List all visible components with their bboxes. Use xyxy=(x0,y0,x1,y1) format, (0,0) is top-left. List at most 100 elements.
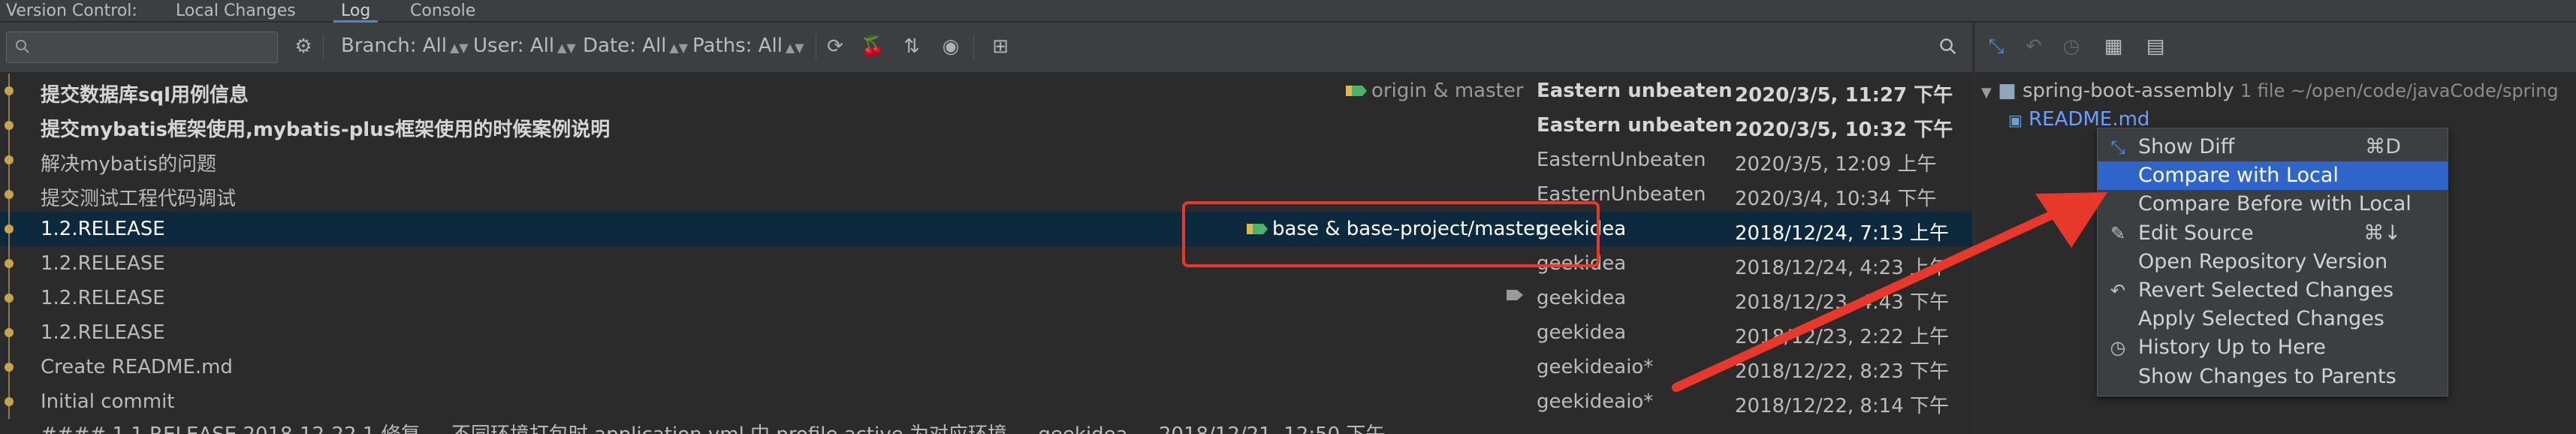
branch-filter-arrow-icon: ▲▼ xyxy=(449,41,469,55)
history-icon: ◷ xyxy=(2110,337,2126,359)
log-toolbar: ⚙ Branch: All ▲▼ User: All ▲▼ Date: All ▲▼ … xyxy=(0,23,1972,73)
graph-node xyxy=(5,397,14,406)
context-menu: ⤡ Show Diff ⌘D Compare with Local Compare Be… xyxy=(2097,128,2448,396)
commit-author: Eastern unbeaten xyxy=(1537,114,1733,137)
module-info: 1 file ~/open/code/javaCode/spring xyxy=(2240,80,2559,101)
menu-item-label: Compare with Local xyxy=(2138,164,2339,188)
toolbar-separator xyxy=(323,35,324,60)
commit-message: 1.2.RELEASE xyxy=(41,252,165,275)
graph-node xyxy=(5,86,14,95)
commit-row[interactable]: 1.2.RELEASE geekidea 2018/12/23, 2:22 上午 xyxy=(0,315,1972,350)
paths-filter[interactable]: Paths: All ▲▼ xyxy=(692,35,804,57)
diff-icon: ⤡ xyxy=(2110,137,2125,158)
date-filter-label: Date: All xyxy=(583,35,667,57)
commit-date: 2018/12/22, 8:23 下午 xyxy=(1735,360,1950,383)
module-name: spring-boot-assembly xyxy=(2022,80,2234,102)
branch-ref-text: origin & master xyxy=(1371,80,1524,102)
graph-node xyxy=(5,155,14,164)
revert-icon: ↶ xyxy=(2110,280,2126,301)
folder-icon: ■ xyxy=(1998,80,2016,102)
commit-message: 1.2.RELEASE xyxy=(41,218,165,240)
menu-item-label: History Up to Here xyxy=(2138,336,2326,360)
settings-gear-icon[interactable]: ⚙ xyxy=(290,33,317,60)
menu-item-label: Apply Selected Changes xyxy=(2138,307,2384,331)
sort-arrows-icon[interactable]: ⇅ xyxy=(898,33,925,60)
commit-row[interactable]: 解决mybatis的问题 EasternUnbeaten 2020/3/5, 12:… xyxy=(0,143,1972,177)
search-input[interactable] xyxy=(6,32,278,63)
search-log-icon[interactable] xyxy=(1935,33,1962,60)
branch-filter[interactable]: Branch: All ▲▼ xyxy=(341,35,469,57)
group-by-icon[interactable]: ▦ xyxy=(2100,33,2127,60)
menu-item-compare-with-local[interactable]: Compare with Local xyxy=(2098,161,2448,191)
eye-icon[interactable]: ◉ xyxy=(937,33,964,60)
graph-node xyxy=(5,190,14,199)
partial-commit-row[interactable]: #### 1.1.RELEASE 2018-12-22 1 修复 ... 不同环… xyxy=(41,419,1385,434)
pencil-icon: ✎ xyxy=(2110,222,2126,244)
graph-node xyxy=(5,259,14,268)
menu-item-history-up-to-here[interactable]: ◷ History Up to Here xyxy=(2098,333,2448,362)
commit-message: 解决mybatis的问题 xyxy=(41,153,217,176)
commit-message: 1.2.RELEASE xyxy=(41,287,165,309)
search-icon xyxy=(16,40,29,53)
magnifier-icon xyxy=(1940,38,1956,55)
menu-item-compare-before-with-local[interactable]: Compare Before with Local xyxy=(2098,190,2448,219)
revert-icon[interactable]: ↶ xyxy=(2020,33,2047,60)
menu-item-apply-selected-changes[interactable]: Apply Selected Changes xyxy=(2098,305,2448,333)
commit-message: Create README.md xyxy=(41,356,233,378)
menu-item-shortcut: ⌘D xyxy=(2365,135,2401,158)
new-tab-icon[interactable]: ⊞ xyxy=(987,33,1014,60)
menu-item-edit-source[interactable]: ✎ Edit Source ⌘↓ xyxy=(2098,219,2448,248)
commit-log-table: 提交数据库sql用例信息 origin & master Eastern unbea… xyxy=(0,74,1972,434)
module-node[interactable]: ▼ ■ spring-boot-assembly 1 file ~/open/c… xyxy=(1981,80,2559,102)
menu-item-label: Compare Before with Local xyxy=(2138,192,2412,216)
menu-item-show-changes-to-parents[interactable]: Show Changes to Parents xyxy=(2098,363,2448,391)
commit-row[interactable]: Create README.md geekideaio* 2018/12/22, 8… xyxy=(0,350,1972,384)
commit-date: 2018/12/24, 7:13 上午 xyxy=(1735,222,1950,245)
cherry-pick-icon[interactable]: 🍒 xyxy=(859,33,886,60)
commit-date: 2018/12/22, 8:14 下午 xyxy=(1735,395,1950,417)
commit-author: geekidea xyxy=(1537,287,1627,309)
toolbar-separator xyxy=(973,35,974,60)
tag-ref-label xyxy=(1504,287,1526,303)
user-filter-arrow-icon: ▲▼ xyxy=(557,41,576,55)
graph-node xyxy=(5,121,14,130)
commit-author: EasternUnbeaten xyxy=(1537,149,1706,171)
commit-message: 提交数据库sql用例信息 xyxy=(41,84,249,107)
commit-row[interactable]: Initial commit geekideaio* 2018/12/22, 8:1… xyxy=(0,384,1972,419)
tab-local-changes[interactable]: Local Changes xyxy=(176,2,296,20)
details-toolbar: ⤡ ↶ ◷ ▦ ▤ xyxy=(1975,23,2576,73)
commit-message: 1.2.RELEASE xyxy=(41,321,165,344)
graph-node xyxy=(5,363,14,372)
menu-item-revert-selected-changes[interactable]: ↶ Revert Selected Changes xyxy=(2098,276,2448,305)
commit-row[interactable]: 1.2.RELEASE geekidea 2018/12/23, 4:43 下午 xyxy=(0,281,1972,315)
commit-message: 提交mybatis框架使用,mybatis-plus框架使用的时候案例说明 xyxy=(41,119,611,141)
commit-author: geekideaio* xyxy=(1537,356,1654,378)
commit-date: 2020/3/5, 10:32 下午 xyxy=(1735,119,1953,141)
tag-icon xyxy=(1507,290,1523,300)
tool-window-tabbar: Version Control: Local Changes Log Conso… xyxy=(0,0,2576,23)
annotation-highlight-box xyxy=(1182,201,1600,267)
commit-author: Eastern unbeaten xyxy=(1537,80,1733,102)
tab-log[interactable]: Log xyxy=(333,2,379,23)
menu-item-label: Revert Selected Changes xyxy=(2138,279,2394,302)
commit-row[interactable]: 提交数据库sql用例信息 origin & master Eastern unbea… xyxy=(0,74,1972,108)
menu-item-label: Open Repository Version xyxy=(2138,249,2388,273)
show-diff-icon[interactable]: ⤡ xyxy=(1983,33,2010,60)
tab-console[interactable]: Console xyxy=(410,2,475,20)
commit-date: 2018/12/23, 2:22 上午 xyxy=(1735,326,1950,348)
user-filter[interactable]: User: All ▲▼ xyxy=(473,35,576,57)
history-icon[interactable]: ◷ xyxy=(2058,33,2085,60)
version-control-title: Version Control: xyxy=(6,2,137,20)
commit-row[interactable]: 提交测试工程代码调试 EasternUnbeaten 2020/3/4, 10:34… xyxy=(0,177,1972,212)
refresh-icon[interactable]: ⟳ xyxy=(822,33,849,60)
preview-icon[interactable]: ▤ xyxy=(2142,33,2169,60)
commit-row[interactable]: 1.2.RELEASE base & base-project/master gee… xyxy=(0,212,1972,246)
menu-item-show-diff[interactable]: ⤡ Show Diff ⌘D xyxy=(2098,133,2448,161)
commit-date: 2020/3/4, 10:34 下午 xyxy=(1735,188,1937,210)
graph-node xyxy=(5,225,14,234)
commit-row[interactable]: 1.2.RELEASE geekidea 2018/12/24, 4:23 上午 xyxy=(0,246,1972,281)
commit-row[interactable]: 提交mybatis框架使用,mybatis-plus框架使用的时候案例说明 Eas… xyxy=(0,108,1972,143)
date-filter[interactable]: Date: All ▲▼ xyxy=(583,35,688,57)
menu-item-open-repository-version[interactable]: Open Repository Version xyxy=(2098,248,2448,276)
graph-node xyxy=(5,328,14,337)
